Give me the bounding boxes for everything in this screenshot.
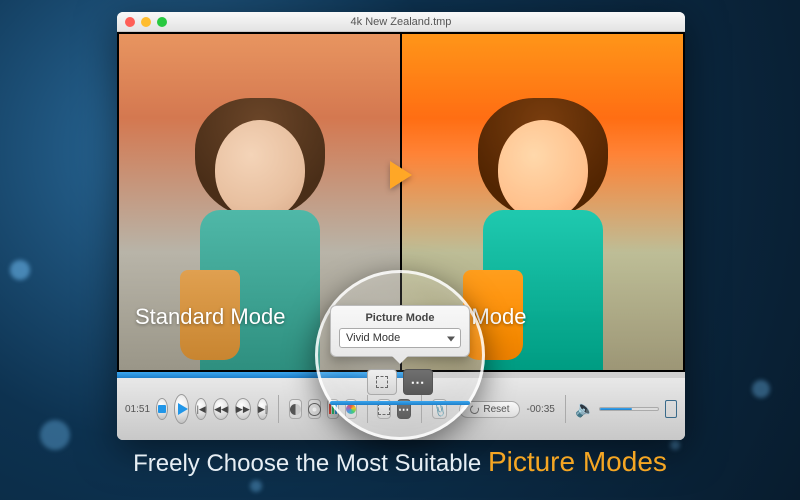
forward-button[interactable]: ▶▶ <box>235 398 251 420</box>
popover-title: Picture Mode <box>339 312 461 324</box>
pane-label-standard: Standard Mode <box>135 304 285 330</box>
picture-mode-select[interactable]: Vivid Mode <box>339 328 461 348</box>
arrow-icon <box>390 161 412 189</box>
picture-mode-button-zoom[interactable]: ⋯ <box>403 369 433 395</box>
play-button[interactable] <box>174 394 190 424</box>
time-elapsed: 01:51 <box>125 404 150 415</box>
zoom-icon[interactable] <box>157 17 167 27</box>
picture-mode-popover: Picture Mode Vivid Mode <box>330 305 470 357</box>
speaker-icon[interactable]: 🔈 <box>575 399 595 419</box>
volume-slider[interactable] <box>599 407 659 411</box>
brightness-button[interactable] <box>308 399 321 419</box>
tagline-text: Freely Choose the Most Suitable <box>133 450 488 477</box>
crop-button-zoom[interactable] <box>367 369 397 395</box>
window-controls <box>125 17 167 27</box>
tagline-accent: Picture Modes <box>488 446 667 477</box>
fullscreen-button[interactable] <box>665 400 677 418</box>
reset-label: Reset <box>483 404 509 415</box>
window-title: 4k New Zealand.tmp <box>351 16 452 28</box>
tagline: Freely Choose the Most Suitable Picture … <box>0 446 800 478</box>
picture-mode-selected: Vivid Mode <box>346 332 400 344</box>
contrast-button[interactable] <box>289 399 302 419</box>
prev-track-button[interactable]: |◀ <box>195 398 207 420</box>
minimize-icon[interactable] <box>141 17 151 27</box>
volume-control: 🔈 <box>575 399 659 419</box>
progress-bar-zoom <box>330 401 470 405</box>
titlebar: 4k New Zealand.tmp <box>117 12 685 32</box>
stop-button[interactable] <box>156 398 168 420</box>
time-remaining: -00:35 <box>526 404 554 415</box>
close-icon[interactable] <box>125 17 135 27</box>
rewind-button[interactable]: ◀◀ <box>213 398 229 420</box>
magnify-lens: Picture Mode Vivid Mode ⋯ <box>315 270 485 440</box>
next-track-button[interactable]: ▶| <box>257 398 269 420</box>
